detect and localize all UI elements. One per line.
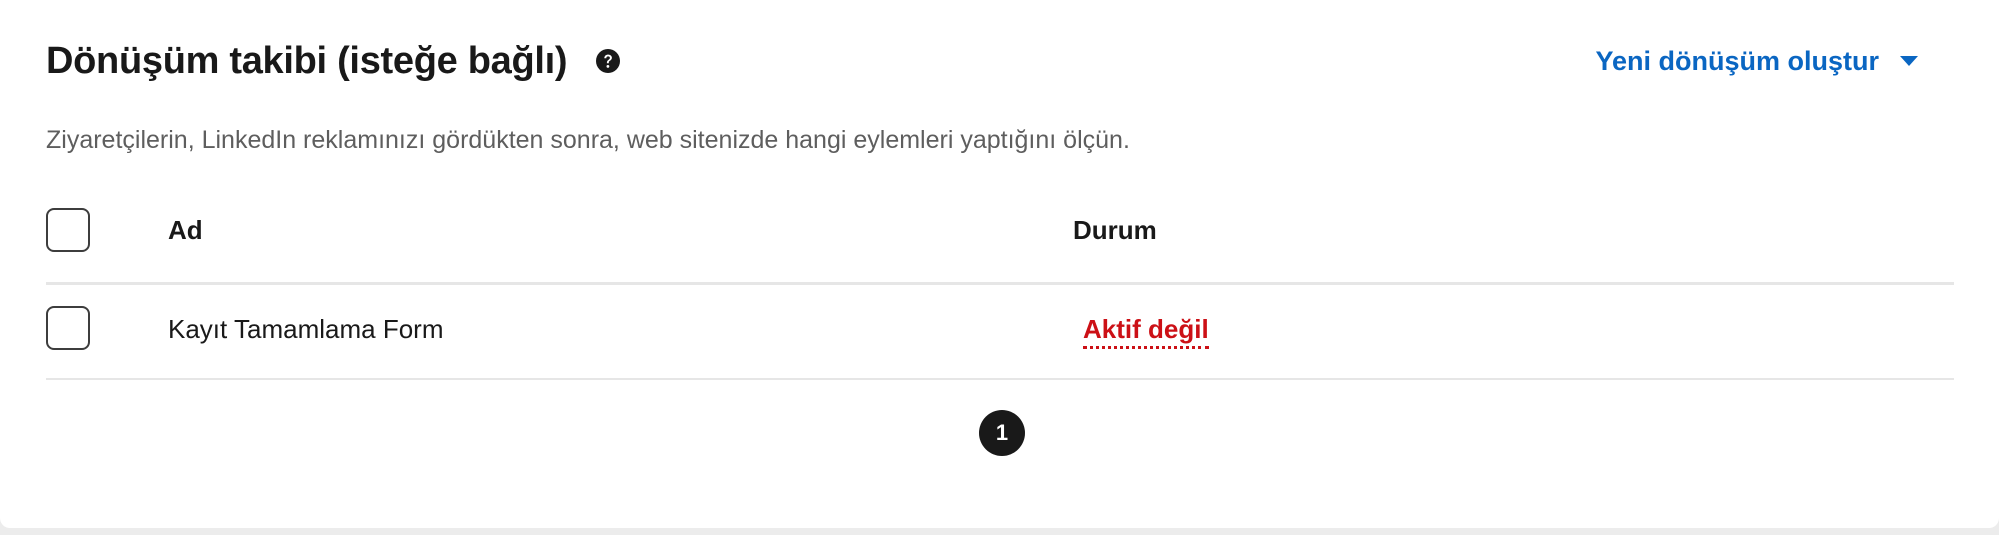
- section-header: Dönüşüm takibi (isteğe bağlı): [46, 36, 621, 86]
- conversion-name[interactable]: Kayıt Tamamlama Form: [168, 311, 443, 347]
- question-circle-icon-svg: [596, 49, 621, 73]
- pagination-page-button[interactable]: 1: [979, 410, 1025, 456]
- select-all-checkbox[interactable]: [46, 208, 90, 252]
- table-header-row: Ad Durum: [46, 194, 1954, 285]
- conversion-tracking-card: Dönüşüm takibi (isteğe bağlı) Yeni dönüş…: [0, 0, 1999, 528]
- status-badge[interactable]: Aktif değil: [1083, 314, 1209, 349]
- caret-down-icon-svg: [1900, 56, 1918, 66]
- section-description: Ziyaretçilerin, LinkedIn reklamınızı gör…: [46, 126, 1130, 154]
- create-conversion-label: Yeni dönüşüm oluştur: [1595, 46, 1879, 76]
- create-conversion-dropdown[interactable]: Yeni dönüşüm oluştur: [1595, 42, 1919, 80]
- conversions-table: Ad Durum: [46, 194, 1954, 285]
- table-row: Kayıt Tamamlama Form Aktif değil: [46, 285, 1954, 380]
- row-checkbox[interactable]: [46, 306, 90, 350]
- column-header-status[interactable]: Durum: [1073, 212, 1157, 248]
- caret-down-icon: [1899, 54, 1919, 68]
- page-title: Dönüşüm takibi (isteğe bağlı): [46, 40, 568, 82]
- column-header-name[interactable]: Ad: [168, 212, 203, 248]
- question-circle-icon[interactable]: [595, 48, 621, 74]
- status-cell: Aktif değil: [1073, 311, 1209, 349]
